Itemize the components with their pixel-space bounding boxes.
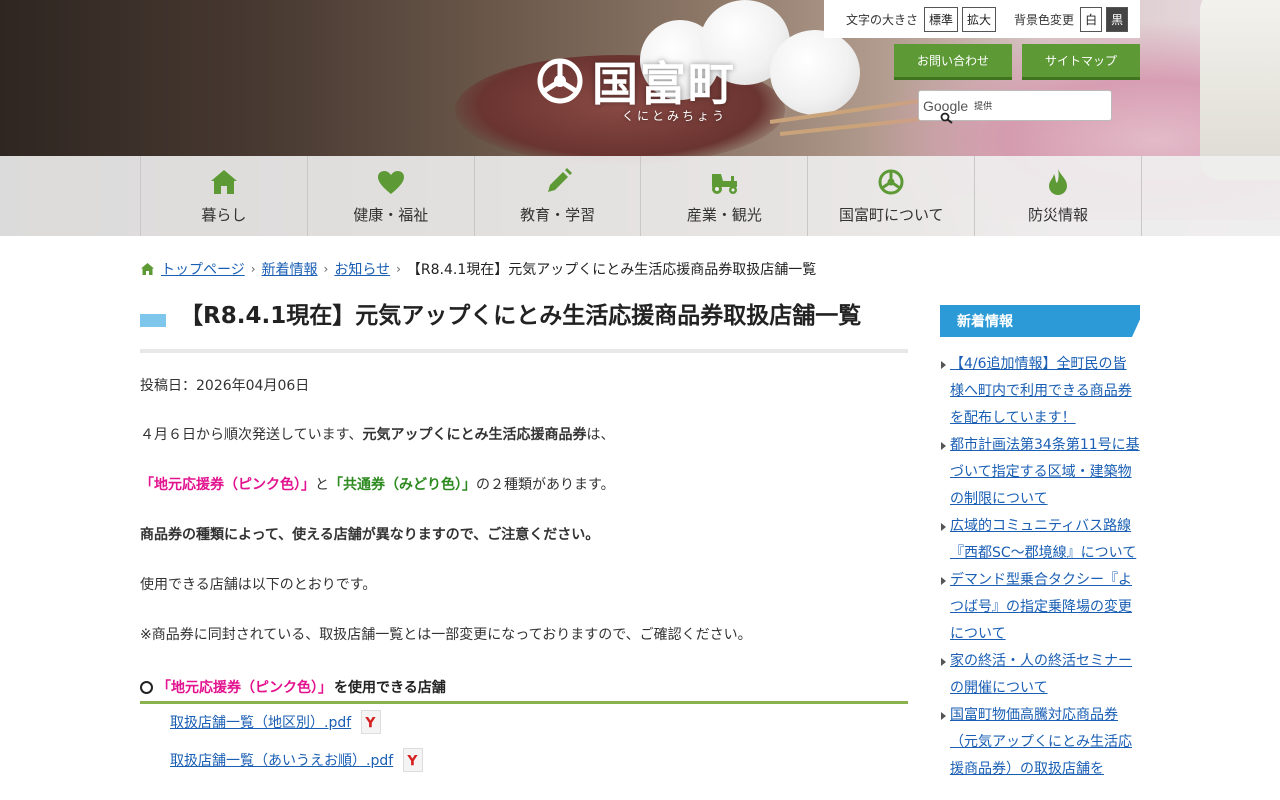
- logo-kana: くにとみちょう: [622, 109, 728, 123]
- nav-item-education[interactable]: 教育・学習: [475, 156, 642, 236]
- types-mid: と: [315, 477, 329, 493]
- nav-label: 産業・観光: [686, 205, 762, 224]
- list-item: 広域的コミュニティバス路線『西都SC～郡境線』について: [940, 513, 1140, 567]
- section-heading-pink: 「地元応援券（ピンク色）」 を使用できる店舗: [140, 677, 908, 704]
- logo-text: 国富町: [592, 57, 736, 111]
- news-link[interactable]: 広域的コミュニティバス路線『西都SC～郡境線』について: [950, 518, 1136, 561]
- nav-item-industry[interactable]: 産業・観光: [641, 156, 809, 236]
- list-item: 国富町物価高騰対応商品券（元気アップくにとみ生活応援商品券）の取扱店舗を: [940, 702, 1140, 783]
- news-link[interactable]: 都市計画法第34条第11号に基づいて指定する区域・建築物の制限について: [950, 437, 1140, 507]
- chevron-right-icon: ›: [250, 262, 256, 276]
- nav-item-about[interactable]: 国富町について: [808, 156, 976, 236]
- banner-cup: [1200, 0, 1280, 180]
- nav-label: 健康・福祉: [353, 205, 429, 224]
- title-block: 【R8.4.1現在】元気アップくにとみ生活応援商品券取扱店舗一覧: [140, 300, 908, 353]
- pdf-icon: [361, 710, 382, 734]
- fire-icon: [1049, 168, 1068, 195]
- news-link[interactable]: 【4/6追加情報】全町民の皆様へ町内で利用できる商品券を配布しています！: [950, 356, 1132, 426]
- intro-text-end: は、: [586, 427, 615, 443]
- nav-item-living[interactable]: 暮らし: [141, 156, 308, 236]
- paragraph-intro: ４月６日から順次発送しています、元気アップくにとみ生活応援商品券は、: [140, 425, 908, 445]
- town-emblem-icon: [878, 169, 904, 194]
- breadcrumb-notice-link[interactable]: お知らせ: [334, 259, 390, 279]
- breadcrumb-news-link[interactable]: 新着情報: [262, 259, 318, 279]
- chevron-right-icon: ›: [396, 262, 401, 276]
- list-item: 【4/6追加情報】全町民の皆様へ町内で利用できる商品券を配布しています！: [940, 351, 1140, 432]
- utility-bar: 文字の大きさ 標準 拡大 背景色変更 白 黒: [824, 0, 1140, 38]
- list-item: 家の終活・人の終活セミナーの開催について: [940, 648, 1140, 702]
- paragraph-stores: 使用できる店舗は以下のとおりです。: [140, 577, 377, 593]
- types-end: の２種類があります。: [476, 477, 615, 493]
- pink-ticket-text: 「地元応援券（ピンク色）」: [140, 477, 315, 493]
- font-size-label: 文字の大きさ: [846, 12, 919, 27]
- news-list: 【4/6追加情報】全町民の皆様へ町内で利用できる商品券を配布しています！ 都市計…: [940, 351, 1140, 783]
- search-icon[interactable]: [940, 112, 954, 124]
- sidebar: 新着情報 【4/6追加情報】全町民の皆様へ町内で利用できる商品券を配布しています…: [940, 305, 1140, 783]
- font-large-button[interactable]: 拡大: [962, 6, 997, 32]
- title-marker: [140, 314, 166, 327]
- main-content: 【R8.4.1現在】元気アップくにとみ生活応援商品券取扱店舗一覧 投稿日：202…: [140, 300, 908, 772]
- nav-label: 国富町について: [838, 205, 944, 224]
- circle-icon: [140, 680, 153, 694]
- home-icon: [141, 263, 154, 275]
- intro-bold: 元気アップくにとみ生活応援商品券: [362, 427, 587, 443]
- page-title: 【R8.4.1現在】元気アップくにとみ生活応援商品券取扱店舗一覧: [180, 303, 862, 329]
- list-item: 都市計画法第34条第11号に基づいて指定する区域・建築物の制限について: [940, 432, 1140, 513]
- global-nav: 暮らし 健康・福祉 教育・学習 産業・観光 国富町について 防災情報: [0, 156, 1280, 236]
- town-emblem-icon: [537, 58, 583, 104]
- pencil-icon: [547, 167, 572, 192]
- pdf-icon: [403, 748, 424, 772]
- site-logo[interactable]: 国富町: [536, 48, 736, 114]
- nav-label: 教育・学習: [520, 205, 596, 224]
- list-item: デマンド型乗合タクシー『よつば号』の指定乗降場の変更について: [940, 567, 1140, 648]
- banner-dango: [770, 30, 860, 115]
- chevron-right-icon: ›: [323, 262, 329, 276]
- file-link-aiueo[interactable]: 取扱店舗一覧（あいうえお順）.pdf: [170, 750, 393, 770]
- tractor-icon: [712, 173, 738, 194]
- posted-date: 投稿日：2026年04月06日: [140, 378, 310, 394]
- file-item: 取扱店舗一覧（あいうえお順）.pdf: [170, 748, 908, 772]
- section-text: を使用できる店舗: [334, 680, 446, 696]
- heart-icon: [377, 170, 404, 194]
- section-pink-text: 「地元応援券（ピンク色）」: [157, 680, 332, 696]
- sitemap-button[interactable]: サイトマップ: [1022, 44, 1140, 80]
- news-link[interactable]: 家の終活・人の終活セミナーの開催について: [950, 653, 1132, 696]
- file-item: 取扱店舗一覧（地区別）.pdf: [170, 710, 908, 734]
- home-icon: [210, 169, 237, 194]
- breadcrumb-current: 【R8.4.1現在】元気アップくにとみ生活応援商品券取扱店舗一覧: [406, 262, 817, 278]
- intro-text: ４月６日から順次発送しています、: [140, 427, 363, 443]
- bg-black-button[interactable]: 黒: [1106, 6, 1129, 32]
- search-sub: 提供: [974, 102, 993, 112]
- breadcrumb: トップページ › 新着情報 › お知らせ › 【R8.4.1現在】元気アップくに…: [140, 259, 816, 279]
- file-link-by-area[interactable]: 取扱店舗一覧（地区別）.pdf: [170, 712, 351, 732]
- news-link[interactable]: 国富町物価高騰対応商品券（元気アップくにとみ生活応援商品券）の取扱店舗を: [950, 707, 1132, 777]
- global-nav-inner: 暮らし 健康・福祉 教育・学習 産業・観光 国富町について 防災情報: [140, 156, 1142, 236]
- nav-item-health[interactable]: 健康・福祉: [308, 156, 475, 236]
- sidebar-heading: 新着情報: [940, 305, 1140, 337]
- nav-label: 暮らし: [201, 205, 247, 224]
- breadcrumb-home-link[interactable]: トップページ: [161, 259, 245, 279]
- paragraph-note: ※商品券に同封されている、取扱店舗一覧とは一部変更になっておりますので、ご確認く…: [140, 627, 752, 643]
- contact-button[interactable]: お問い合わせ: [894, 44, 1012, 80]
- paragraph-warning: 商品券の種類によって、使える店舗が異なりますので、ご注意ください。: [140, 527, 600, 543]
- font-standard-button[interactable]: 標準: [924, 6, 959, 32]
- nav-label: 防災情報: [1028, 205, 1089, 224]
- green-ticket-text: 「共通券（みどり色）」: [329, 477, 476, 493]
- bg-color-label: 背景色変更: [1014, 12, 1075, 27]
- bg-white-button[interactable]: 白: [1080, 6, 1103, 32]
- nav-item-disaster[interactable]: 防災情報: [975, 156, 1142, 236]
- paragraph-types: 「地元応援券（ピンク色）」と「共通券（みどり色）」の２種類があります。: [140, 475, 908, 495]
- news-link[interactable]: デマンド型乗合タクシー『よつば号』の指定乗降場の変更について: [950, 572, 1132, 642]
